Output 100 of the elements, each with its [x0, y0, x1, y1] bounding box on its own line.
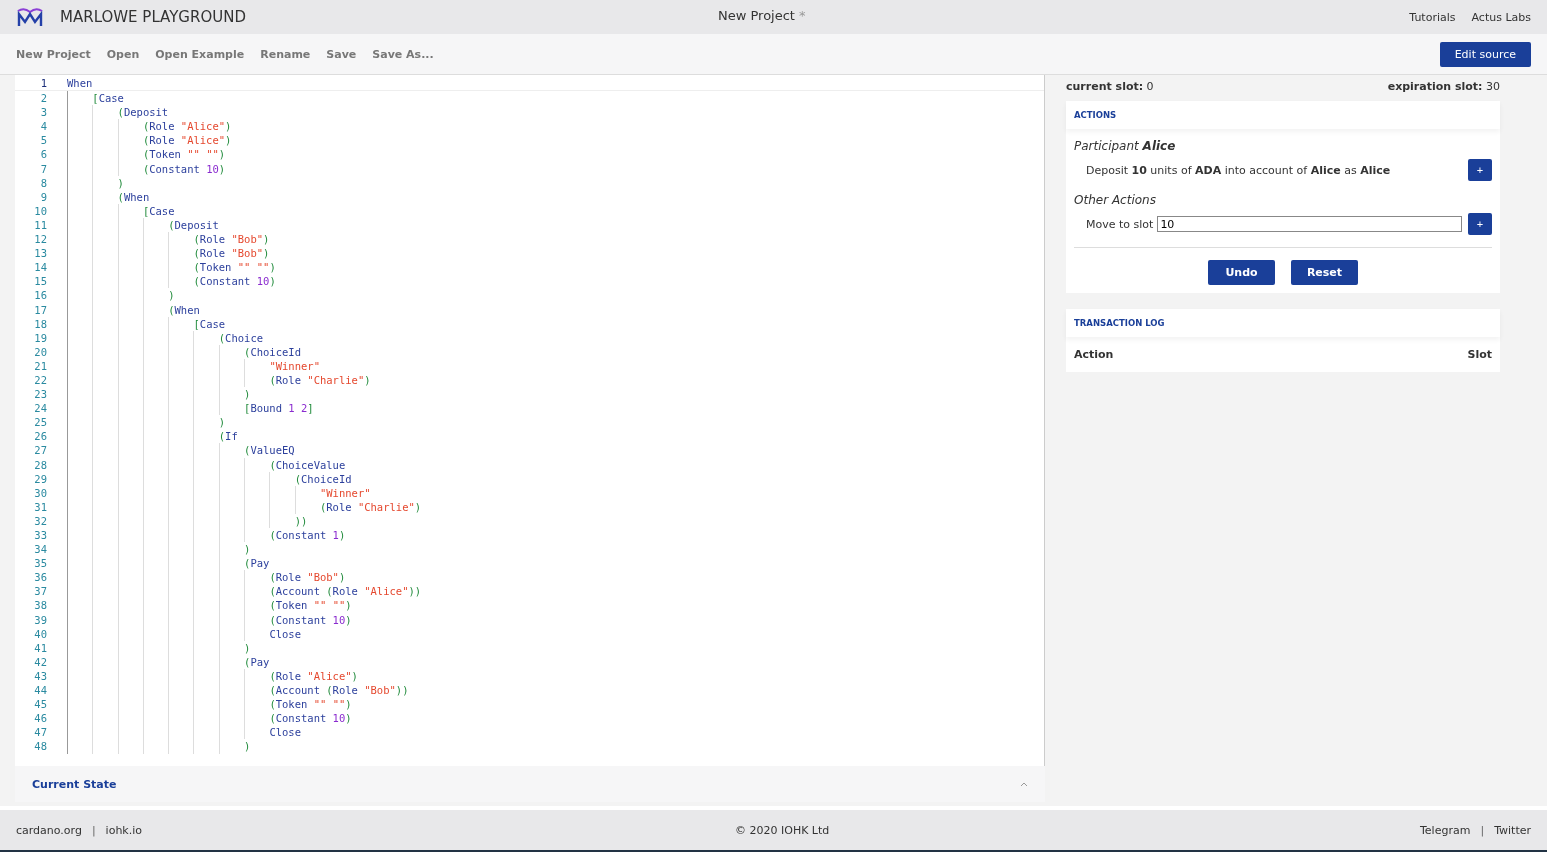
line-number: 38	[33, 598, 47, 613]
action-button[interactable]: Undo	[1208, 260, 1275, 285]
line-number: 13	[33, 246, 47, 261]
code-line: (Token "" "")	[193, 260, 276, 275]
current-state-bar[interactable]: Current State	[15, 766, 1045, 802]
project-name: New Project	[718, 8, 795, 23]
code-line: )	[244, 542, 251, 557]
footer-link[interactable]: Twitter	[1494, 823, 1531, 837]
current-state-title: Current State	[32, 777, 117, 791]
line-number: 6	[39, 147, 47, 162]
code-line: (Constant 10)	[193, 274, 276, 289]
column-header: Action	[1074, 348, 1114, 361]
add-action-button[interactable]: +	[1468, 159, 1492, 181]
code-line: [Case	[193, 316, 226, 331]
code-line: (ChoiceValue	[269, 457, 346, 472]
header-link[interactable]: Actus Labs	[1471, 10, 1531, 24]
code-line: (Role "Charlie")	[269, 372, 371, 388]
line-number: 41	[33, 640, 47, 655]
menu-item[interactable]: Save	[326, 47, 357, 61]
line-number: 32	[33, 513, 47, 528]
copyright-text: © 2020 IOHK Ltd	[735, 823, 830, 837]
line-number: 46	[33, 711, 47, 726]
menu-item[interactable]: Open	[106, 47, 140, 61]
line-number: 42	[33, 654, 47, 669]
logo-icon	[16, 7, 44, 27]
footer-link[interactable]: cardano.org	[16, 823, 82, 837]
unsaved-mark: *	[798, 8, 806, 23]
code-line: (Role "Bob")	[269, 570, 346, 585]
line-number: 4	[39, 119, 47, 134]
line-number: 1	[39, 76, 47, 91]
menu-item[interactable]: Rename	[260, 47, 311, 61]
line-number: 24	[33, 401, 47, 416]
line-number: 25	[33, 415, 47, 430]
footer-link[interactable]: iohk.io	[105, 823, 143, 837]
code-line: (Role "Alice")	[142, 119, 232, 134]
menu-item[interactable]: Open Example	[155, 47, 245, 61]
slot-input[interactable]: 10	[1157, 216, 1462, 232]
line-number: 29	[33, 471, 47, 486]
section-title: ACTIONS	[1074, 110, 1117, 120]
code-line: Close	[269, 725, 301, 740]
line-number: 17	[33, 302, 47, 317]
code-line: (Deposit	[117, 105, 169, 120]
code-line: When	[67, 76, 93, 91]
column-header: Slot	[1467, 348, 1492, 361]
code-line: (Role "Alice")	[269, 668, 358, 684]
line-number: 8	[39, 175, 47, 190]
code-line: (Role "Alice")	[142, 133, 232, 148]
current-slot: current slot: 0	[1066, 80, 1154, 93]
code-line: (Role "Charlie")	[319, 499, 422, 514]
code-line: (Role "Bob")	[193, 246, 270, 261]
line-number: 28	[33, 457, 47, 472]
line-number: 18	[33, 316, 47, 331]
line-number: 19	[33, 330, 47, 345]
line-number: 31	[33, 499, 47, 514]
code-line: [Case	[92, 91, 124, 106]
code-line: (ChoiceId	[294, 471, 352, 486]
code-line: (Constant 10)	[142, 161, 226, 176]
header-link[interactable]: Tutorials	[1409, 10, 1456, 24]
line-number: 9	[39, 189, 47, 204]
other-actions-heading: Other Actions	[1074, 193, 1157, 207]
code-line: (Deposit	[168, 217, 219, 233]
code-line: (Constant 10)	[269, 612, 352, 627]
code-line: (Role "Bob")	[193, 232, 270, 247]
action-button[interactable]: Reset	[1291, 260, 1358, 285]
code-line: (ValueEQ	[244, 443, 295, 458]
code-line: (Token "" "")	[142, 147, 226, 162]
line-number: 3	[39, 105, 47, 120]
menu-item[interactable]: New Project	[16, 47, 91, 61]
line-number: 37	[33, 584, 47, 599]
code-line: (When	[168, 302, 200, 317]
footer-link[interactable]: Telegram	[1420, 823, 1471, 837]
code-line: [Bound 1 2]	[244, 401, 314, 416]
code-editor[interactable]	[15, 75, 1045, 766]
edit-source-button[interactable]: Edit source	[1439, 41, 1531, 67]
code-line: "Winner"	[319, 485, 371, 500]
line-number: 44	[33, 683, 47, 698]
section-title: TRANSACTION LOG	[1074, 318, 1165, 328]
line-number: 20	[33, 344, 47, 359]
code-line: (Constant 1)	[269, 528, 346, 543]
code-line: )	[244, 739, 251, 754]
code-line: (Token "" "")	[269, 598, 352, 613]
code-line: (Pay	[244, 556, 270, 571]
app-title: MARLOWE PLAYGROUND	[60, 8, 246, 26]
line-number: 30	[33, 485, 47, 500]
line-number: 39	[33, 612, 47, 627]
code-line: Close	[269, 626, 301, 641]
participant-heading: Participant Alice	[1074, 139, 1177, 153]
line-number: 12	[33, 232, 47, 247]
line-number: 5	[39, 133, 47, 148]
menu-item[interactable]: Save As...	[372, 47, 434, 61]
line-number: 36	[33, 570, 47, 585]
code-line: )	[218, 415, 226, 430]
code-line: (Pay	[244, 654, 270, 669]
separator: |	[91, 823, 96, 837]
add-action-button[interactable]: +	[1468, 213, 1492, 235]
line-number: 33	[33, 528, 47, 543]
expiration-slot: expiration slot: 30	[1387, 80, 1500, 93]
action-description: Deposit 10 units of ADA into account of Alice as Alice	[1086, 163, 1392, 177]
line-number: 43	[33, 668, 47, 684]
code-line: )	[117, 175, 124, 190]
